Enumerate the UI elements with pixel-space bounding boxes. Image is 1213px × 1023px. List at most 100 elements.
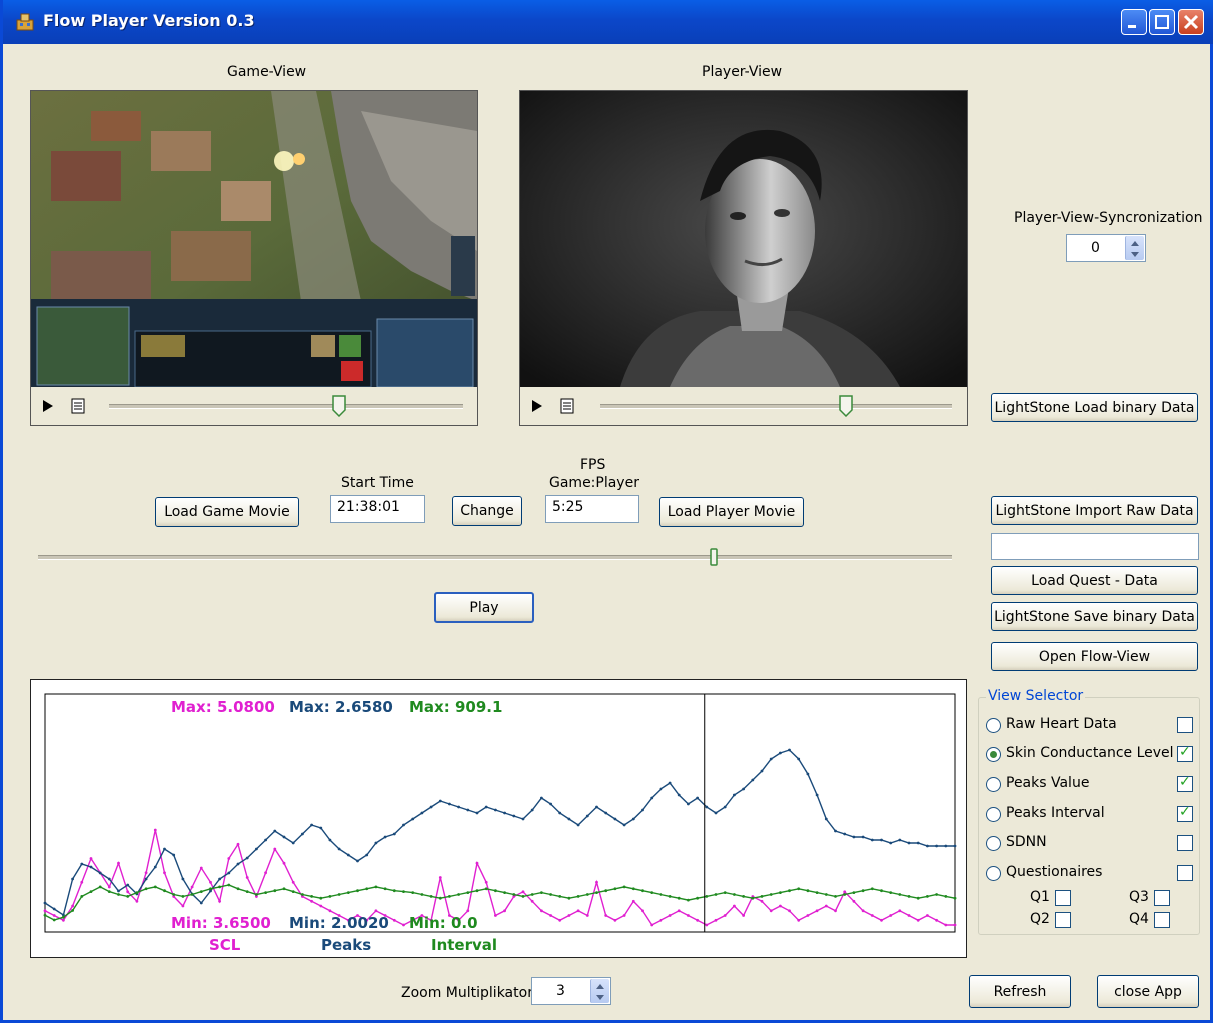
question-label: Q3 [1129, 889, 1149, 905]
data-point-scl [944, 923, 948, 927]
game-view-seek-thumb[interactable] [332, 395, 346, 417]
player-view-seek-thumb[interactable] [839, 395, 854, 417]
title-bar[interactable]: Flow Player Version 0.3 [3, 0, 1213, 44]
data-point-interval [117, 893, 120, 896]
sync-label: Player-View-Syncronization [1014, 210, 1203, 226]
data-point-peaks [199, 901, 203, 905]
player-view-seek-track[interactable] [600, 404, 952, 409]
checkmark-icon: ✓ [1179, 774, 1191, 790]
data-point-scl [779, 904, 782, 908]
lightstone-load-button[interactable]: LightStone Load binary Data [991, 393, 1198, 422]
maximize-button[interactable] [1149, 9, 1175, 35]
app-icon [16, 13, 34, 31]
game-view-video[interactable] [31, 91, 477, 387]
data-point-scl [834, 909, 837, 913]
view-radio-3[interactable] [986, 807, 1001, 822]
data-point-scl [935, 918, 938, 922]
change-button[interactable]: Change [452, 496, 522, 526]
player-view-video[interactable] [520, 91, 967, 387]
data-point-interval [80, 895, 84, 898]
data-point-scl [521, 890, 525, 894]
playlist-icon[interactable] [71, 398, 85, 414]
data-point-interval [163, 889, 166, 893]
refresh-button[interactable]: Refresh [969, 975, 1071, 1008]
data-point-interval [282, 887, 286, 891]
data-point-interval [540, 891, 543, 894]
view-checkbox-1[interactable]: ✓ [1177, 744, 1193, 762]
question-checkbox-q2[interactable] [1055, 912, 1071, 928]
fps-input[interactable]: 5:25 [545, 495, 639, 523]
data-point-scl [310, 899, 313, 903]
game-view-controls [31, 387, 477, 425]
view-checkbox-5[interactable] [1177, 865, 1193, 881]
view-radio-0[interactable] [986, 718, 1001, 733]
data-point-scl [227, 857, 231, 860]
signal-chart[interactable]: Max: 5.0800 Max: 2.6580 Max: 909.1 Min: … [31, 680, 966, 957]
view-radio-4[interactable] [986, 836, 1001, 851]
data-point-scl [530, 899, 534, 903]
data-point-scl [705, 923, 709, 927]
data-point-interval [356, 889, 359, 893]
play-icon[interactable] [41, 399, 55, 413]
main-timeline-thumb[interactable] [710, 548, 719, 566]
question-checkbox-q1[interactable] [1055, 890, 1071, 906]
data-point-peaks [126, 883, 130, 887]
data-point-peaks [411, 817, 415, 821]
playlist-icon[interactable] [560, 398, 574, 414]
data-point-peaks [788, 748, 791, 752]
data-point-scl [650, 923, 654, 927]
zoom-spinner[interactable]: 3 [531, 977, 611, 1005]
close-app-button[interactable]: close App [1097, 975, 1199, 1008]
question-checkbox-q3[interactable] [1154, 890, 1170, 906]
sync-spinner[interactable]: 0 [1066, 234, 1146, 262]
view-radio-5[interactable] [986, 866, 1001, 881]
main-timeline-track[interactable] [38, 555, 952, 560]
checkmark-icon: ✓ [1179, 804, 1191, 820]
lightstone-save-button[interactable]: LightStone Save binary Data [991, 602, 1198, 631]
data-point-peaks [705, 805, 709, 809]
zoom-spin-buttons[interactable] [590, 979, 609, 1003]
view-checkbox-3[interactable]: ✓ [1177, 804, 1193, 822]
data-point-interval [641, 889, 644, 893]
data-point-peaks [677, 793, 681, 797]
data-point-peaks [779, 751, 782, 755]
data-point-peaks [310, 823, 313, 827]
lightstone-import-button[interactable]: LightStone Import Raw Data [991, 496, 1198, 525]
player-view-panel [519, 90, 968, 426]
data-point-interval [273, 889, 277, 893]
load-game-movie-button[interactable]: Load Game Movie [155, 497, 299, 527]
import-path-input[interactable] [991, 533, 1199, 560]
open-flow-view-button[interactable]: Open Flow-View [991, 642, 1198, 671]
data-point-scl [852, 899, 856, 903]
data-point-interval [199, 890, 203, 893]
data-point-interval [181, 895, 185, 898]
start-time-input[interactable]: 21:38:01 [330, 495, 425, 523]
view-checkbox-0[interactable] [1177, 717, 1193, 733]
question-checkbox-q4[interactable] [1154, 912, 1170, 928]
data-point-peaks [824, 817, 828, 821]
data-point-peaks [218, 877, 222, 881]
data-point-peaks [650, 796, 654, 800]
close-window-button[interactable] [1178, 9, 1204, 35]
view-checkbox-4[interactable] [1177, 835, 1193, 851]
minimize-button[interactable] [1121, 9, 1147, 35]
data-point-scl [43, 909, 47, 913]
game-view-seek-track[interactable] [109, 404, 463, 409]
load-quest-button[interactable]: Load Quest - Data [991, 566, 1198, 595]
data-point-scl [668, 914, 672, 917]
view-radio-1[interactable] [986, 747, 1001, 762]
view-checkbox-2[interactable]: ✓ [1177, 774, 1193, 792]
data-point-interval [346, 891, 350, 894]
view-radio-2[interactable] [986, 777, 1001, 792]
scl-max-label: Max: 5.0800 [171, 698, 275, 716]
data-point-interval [953, 896, 957, 900]
sync-spin-buttons[interactable] [1125, 236, 1144, 260]
data-point-peaks [797, 757, 801, 761]
data-point-peaks [769, 757, 773, 761]
load-player-movie-button[interactable]: Load Player Movie [659, 497, 804, 527]
data-point-peaks [641, 808, 644, 812]
data-point-peaks [926, 844, 929, 848]
play-icon[interactable] [530, 399, 544, 413]
play-button[interactable]: Play [434, 592, 534, 623]
sync-value: 0 [1091, 240, 1100, 256]
